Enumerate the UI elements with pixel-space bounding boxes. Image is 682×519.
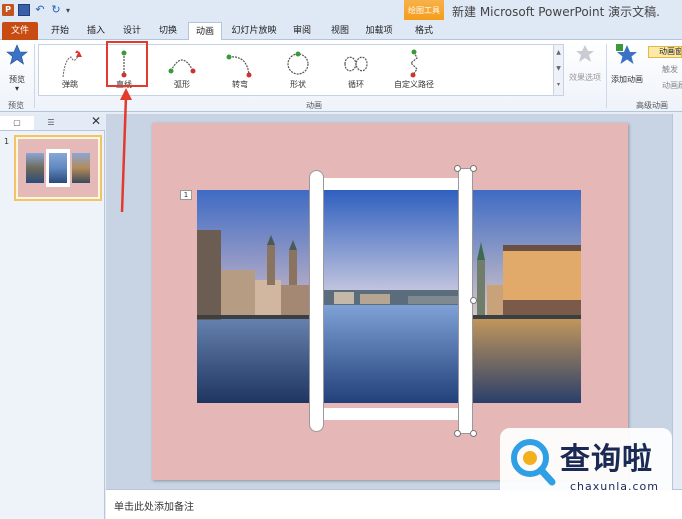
effect-turn[interactable]: 转弯 [215, 47, 265, 93]
animation-order-tag[interactable]: 1 [180, 190, 192, 200]
effect-options-button[interactable]: 效果选项 [566, 44, 604, 96]
powerpoint-logo-icon[interactable]: P [2, 4, 14, 16]
animation-painter-label: 动画刷 [662, 81, 682, 90]
window-title: 新建 Microsoft PowerPoint 演示文稿. [452, 5, 660, 19]
slides-pane-tabs: ▢ ☰ ✕ [0, 114, 105, 131]
ribbon-tabs: 文件 开始 插入 设计 切换 动画 幻灯片放映 审阅 视图 加载项 格式 [0, 20, 682, 41]
animation-painter-button[interactable]: 动画刷 [650, 80, 682, 92]
tab-view[interactable]: 视图 [326, 22, 354, 40]
effect-label: 循环 [348, 80, 364, 89]
slide-thumbnail-preview [18, 139, 98, 197]
save-icon[interactable] [18, 4, 30, 16]
photo-right-panel[interactable] [473, 190, 581, 403]
tab-animations[interactable]: 动画 [188, 22, 222, 41]
animation-pane-button[interactable]: 动画窗 [648, 46, 682, 58]
context-tab-group-drawing-tools: 绘图工具 [404, 0, 444, 22]
turn-path-icon [226, 54, 252, 78]
tab-slideshow[interactable]: 幻灯片放映 [228, 22, 280, 40]
tab-addins[interactable]: 加载项 [362, 22, 396, 40]
chevron-down-icon: ▾ [14, 84, 19, 93]
effect-label: 弧形 [174, 80, 190, 89]
tab-format[interactable]: 格式 [408, 22, 440, 40]
search-logo-icon [511, 439, 556, 486]
loop-path-icon [344, 56, 368, 72]
slide-thumbnail[interactable] [14, 135, 102, 201]
close-icon[interactable]: ✕ [91, 114, 101, 128]
selection-handle[interactable] [454, 165, 461, 172]
effect-loop[interactable]: 循环 [331, 47, 381, 93]
title-bar: P ↶ ↻ ▾ 绘图工具 新建 Microsoft PowerPoint 演示文… [0, 0, 682, 22]
city-photo-left [197, 190, 309, 403]
effect-label: 转弯 [232, 80, 248, 89]
group-separator [34, 44, 35, 108]
gallery-scrollbar[interactable]: ▲ ▼ ▾ [553, 45, 563, 95]
quick-access-toolbar: P ↶ ↻ ▾ [0, 0, 70, 20]
arc-path-icon [168, 59, 196, 74]
watermark-logo: 查询啦 chaxunla.com [500, 428, 672, 500]
tab-review[interactable]: 审阅 [288, 22, 316, 40]
trigger-label: 触发 [662, 65, 678, 74]
customize-qat-icon[interactable]: ▾ [66, 6, 70, 15]
add-animation-star-icon [616, 44, 637, 64]
effect-options-label: 效果选项 [569, 73, 601, 82]
redo-icon[interactable]: ↻ [50, 4, 62, 16]
effect-arc[interactable]: 弧形 [157, 47, 207, 93]
selection-handle[interactable] [470, 165, 477, 172]
tab-outline[interactable]: ☰ [34, 116, 68, 130]
tab-transitions[interactable]: 切换 [154, 22, 182, 40]
white-frame-shape[interactable] [324, 178, 458, 420]
effect-shape[interactable]: 形状 [273, 47, 323, 93]
effect-label: 弹跳 [62, 80, 78, 89]
ribbon-animations: 预览 ▾ 预览 弹跳 直线 弧形 转弯 形状 循环 自定义路径 ▲ ▼ ▾ 效果… [0, 40, 682, 112]
effect-custom-path[interactable]: 自定义路径 [389, 47, 439, 93]
trigger-button[interactable]: 触发 [650, 64, 682, 76]
selection-handle[interactable] [470, 430, 477, 437]
tab-design[interactable]: 设计 [118, 22, 146, 40]
tab-slides[interactable]: ▢ [0, 116, 34, 130]
group-label-advanced-animation: 高级动画 [636, 101, 668, 110]
selection-handle[interactable] [470, 297, 477, 304]
slides-pane: 1 [0, 131, 105, 519]
photo-left-panel[interactable] [197, 190, 309, 403]
watermark-title: 查询啦 [560, 442, 653, 477]
watermark-domain: chaxunla.com [570, 480, 659, 493]
effect-label: 形状 [290, 80, 306, 89]
highlight-box [106, 41, 148, 87]
group-label-preview: 预览 [8, 101, 24, 110]
custom-path-icon [410, 49, 418, 78]
scroll-shape-left[interactable] [309, 170, 324, 432]
selection-handle[interactable] [454, 430, 461, 437]
bounce-path-icon [62, 50, 82, 78]
notes-placeholder: 单击此处添加备注 [114, 502, 194, 513]
tab-home[interactable]: 开始 [46, 22, 74, 40]
add-animation-label: 添加动画 [611, 75, 643, 84]
city-photo-right [473, 190, 581, 403]
group-separator [606, 44, 607, 108]
tab-file[interactable]: 文件 [2, 22, 38, 40]
effect-label: 自定义路径 [394, 80, 434, 89]
shape-path-icon [287, 51, 309, 75]
slide-number: 1 [4, 137, 10, 146]
add-animation-button[interactable]: 添加动画 [608, 44, 646, 96]
preview-star-icon [6, 44, 28, 65]
vertical-scrollbar[interactable] [672, 114, 682, 489]
group-label-animation: 动画 [306, 101, 322, 110]
animation-pane-label: 动画窗 [659, 47, 682, 56]
undo-icon[interactable]: ↶ [34, 4, 46, 16]
preview-button[interactable]: 预览 ▾ [2, 44, 32, 96]
tab-insert[interactable]: 插入 [82, 22, 110, 40]
effect-bounce[interactable]: 弹跳 [45, 47, 95, 93]
effect-options-star-icon [576, 45, 594, 62]
